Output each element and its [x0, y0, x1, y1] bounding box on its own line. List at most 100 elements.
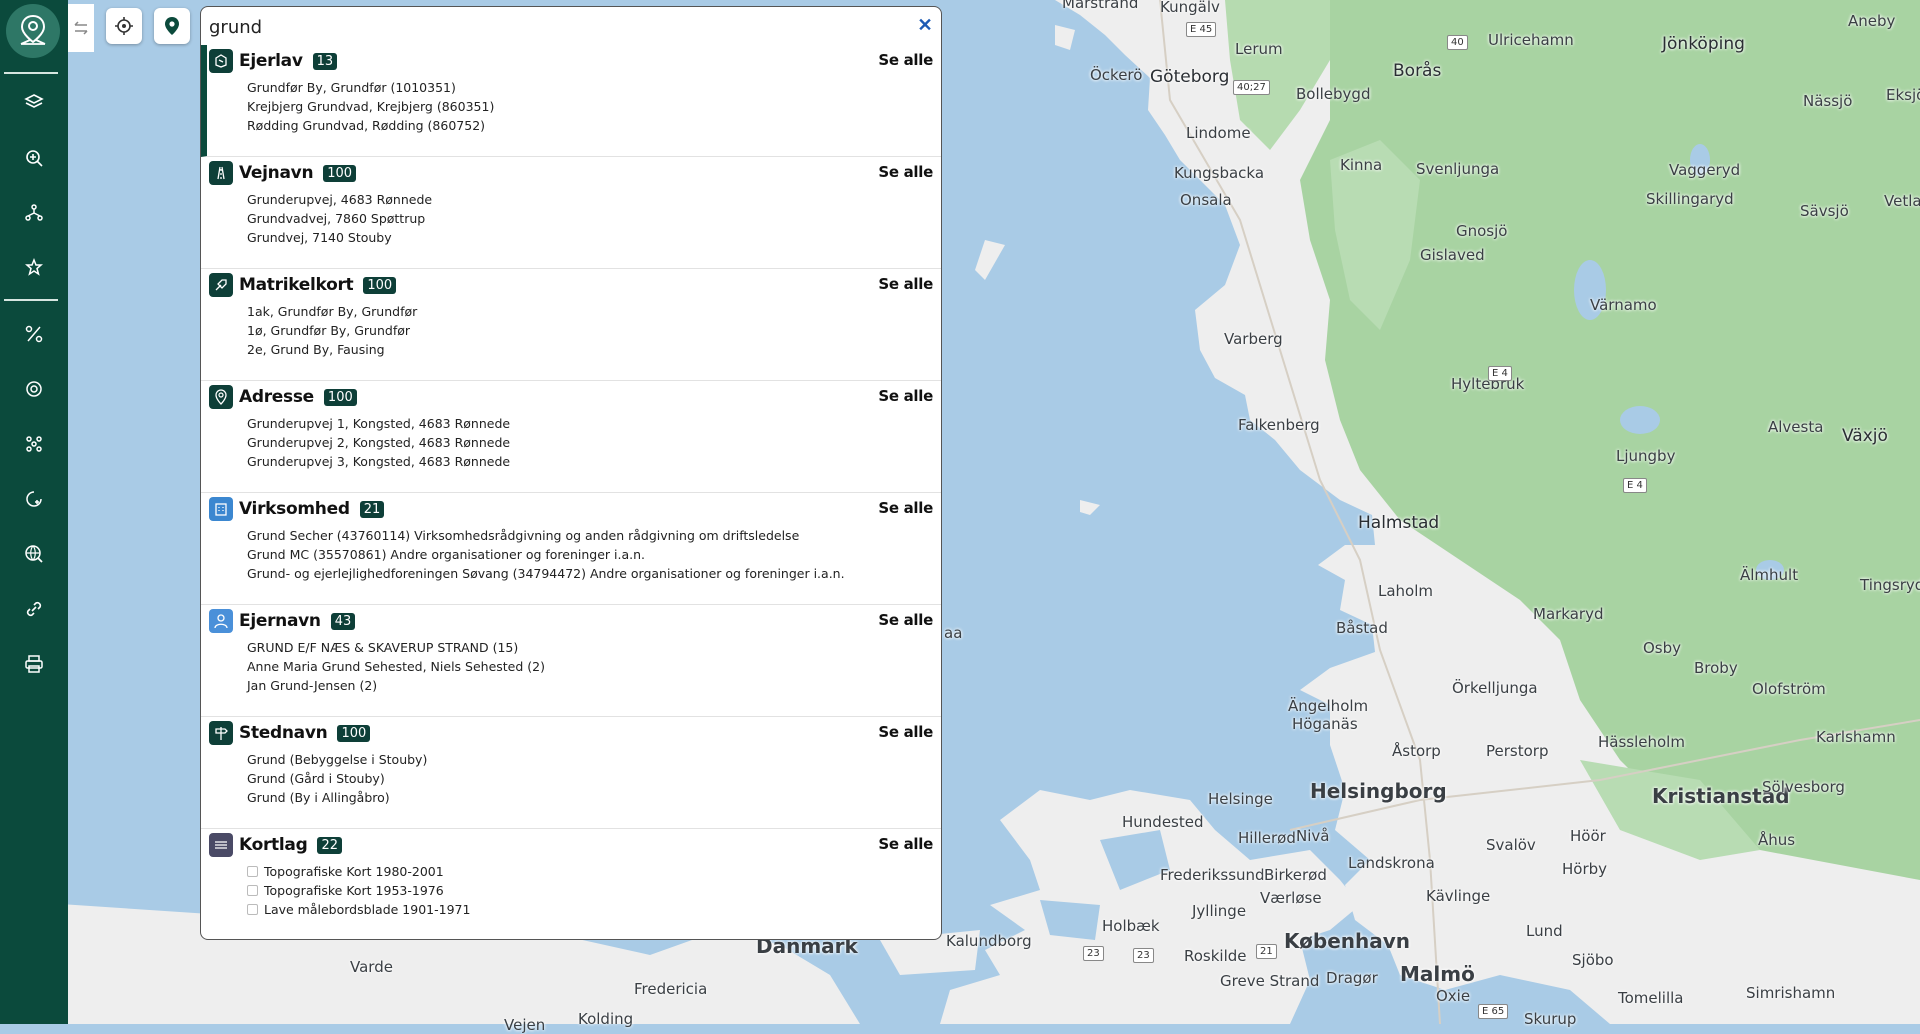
section-title: Vejnavn: [239, 163, 314, 183]
address-pin-icon: [209, 385, 233, 409]
see-all-link[interactable]: Se alle: [878, 723, 933, 741]
see-all-link[interactable]: Se alle: [878, 611, 933, 629]
map-place-label: Dragør: [1326, 969, 1378, 987]
result-item[interactable]: GRUND E/F NÆS & SKAVERUP STRAND (15): [247, 638, 545, 657]
map-place-label: Landskrona: [1348, 854, 1435, 872]
close-icon[interactable]: ✕: [917, 16, 933, 34]
layer-option[interactable]: Topografiske Kort 1953-1976: [247, 881, 470, 900]
map-place-label: Bollebygd: [1296, 85, 1371, 103]
result-item[interactable]: Grund (Gård i Stouby): [247, 769, 427, 788]
see-all-link[interactable]: Se alle: [878, 499, 933, 517]
result-item[interactable]: Grund- og ejerlejlighedforeningen Søvang…: [247, 564, 845, 583]
network-icon[interactable]: [14, 424, 54, 464]
map-place-label: Öckerö: [1090, 66, 1143, 84]
print-icon[interactable]: [14, 644, 54, 684]
map-place-label: Ljungby: [1616, 447, 1676, 465]
map-place-label: Karlshamn: [1816, 728, 1896, 746]
map-place-label: Aneby: [1848, 12, 1896, 30]
result-list: Topografiske Kort 1980-2001 Topografiske…: [247, 862, 470, 919]
map-place-label: Jyllinge: [1192, 902, 1247, 920]
see-all-link[interactable]: Se alle: [878, 51, 933, 69]
result-item[interactable]: Grunderupvej, 4683 Rønnede: [247, 190, 432, 209]
result-item[interactable]: Grund (By i Allingåbro): [247, 788, 427, 807]
layer-option[interactable]: Lave målebordsblade 1901-1971: [247, 900, 470, 919]
map-place-label: Ulricehamn: [1488, 31, 1574, 49]
count-badge: 100: [323, 164, 357, 182]
map-place-label: Åhus: [1758, 831, 1796, 849]
map-layer-icon: [209, 833, 233, 857]
map-place-label: Marstrand: [1062, 0, 1139, 12]
result-list: GRUND E/F NÆS & SKAVERUP STRAND (15) Ann…: [247, 638, 545, 695]
see-all-link[interactable]: Se alle: [878, 387, 933, 405]
map-place-label: Værløse: [1260, 889, 1322, 907]
layer-label: Lave målebordsblade 1901-1971: [264, 902, 471, 917]
result-item[interactable]: Grundfør By, Grundfør (1010351): [247, 78, 494, 97]
see-all-link[interactable]: Se alle: [878, 835, 933, 853]
result-item[interactable]: Grunderupvej 2, Kongsted, 4683 Rønnede: [247, 433, 510, 452]
map-place-label: Åstorp: [1392, 742, 1441, 760]
result-list: Grund Secher (43760114) Virksomhedsrådgi…: [247, 526, 845, 583]
layer-checkbox[interactable]: [247, 904, 258, 915]
result-item[interactable]: Grundvadvej, 7860 Spøttrup: [247, 209, 432, 228]
section-title: Matrikelkort: [239, 275, 354, 295]
star-cursor-icon[interactable]: [14, 248, 54, 288]
map-place-label: Svalöv: [1486, 836, 1536, 854]
layer-checkbox[interactable]: [247, 866, 258, 877]
result-item[interactable]: 1ø, Grundfør By, Grundfør: [247, 321, 417, 340]
cadastral-icon: [209, 273, 233, 297]
count-badge: 100: [337, 724, 371, 742]
history-location-icon[interactable]: [14, 479, 54, 519]
search-results-panel: ✕ Ejerlav 13 Se alle Grundfør By, Grundf…: [200, 6, 942, 940]
result-item[interactable]: Rødding Grundvad, Rødding (860752): [247, 116, 494, 135]
result-list: Grunderupvej, 4683 Rønnede Grundvadvej, …: [247, 190, 432, 247]
company-icon: [209, 497, 233, 521]
section-header: Virksomhed 21: [209, 495, 385, 523]
percent-tools-icon[interactable]: [14, 314, 54, 354]
result-item[interactable]: 2e, Grund By, Fausing: [247, 340, 417, 359]
map-place-label: Sävsjö: [1800, 202, 1849, 220]
zoom-search-icon[interactable]: [14, 138, 54, 178]
map-place-label: Svenljunga: [1416, 160, 1500, 178]
result-item[interactable]: Krejbjerg Grundvad, Krejbjerg (860351): [247, 97, 494, 116]
map-place-label: Hässleholm: [1598, 733, 1685, 751]
result-item[interactable]: Anne Maria Grund Sehested, Niels Seheste…: [247, 657, 545, 676]
swap-arrows-icon[interactable]: [68, 4, 94, 52]
search-bar: ✕: [201, 7, 941, 47]
hierarchy-icon[interactable]: [14, 193, 54, 233]
result-item[interactable]: Grund Secher (43760114) Virksomhedsrådgi…: [247, 526, 845, 545]
map-place-label: Nässjö: [1803, 92, 1853, 110]
see-all-link[interactable]: Se alle: [878, 275, 933, 293]
map-place-label: Kungälv: [1160, 0, 1220, 16]
layer-checkbox[interactable]: [247, 885, 258, 896]
map-place-label: Göteborg: [1150, 67, 1230, 87]
ejerlav-icon: [209, 49, 233, 73]
layer-option[interactable]: Topografiske Kort 1980-2001: [247, 862, 470, 881]
map-place-label: Hillerød: [1238, 829, 1296, 847]
search-input[interactable]: [207, 13, 891, 41]
map-place-label: Roskilde: [1184, 947, 1247, 965]
rotate-target-icon[interactable]: [14, 369, 54, 409]
link-icon[interactable]: [14, 589, 54, 629]
road-shield: 21: [1256, 944, 1277, 959]
result-item[interactable]: Grund MC (35570861) Andre organisationer…: [247, 545, 845, 564]
map-place-label: Frederikssund: [1160, 866, 1265, 884]
section-header: Kortlag 22: [209, 831, 342, 859]
result-item[interactable]: Grunderupvej 3, Kongsted, 4683 Rønnede: [247, 452, 510, 471]
result-item[interactable]: Grunderupvej 1, Kongsted, 4683 Rønnede: [247, 414, 510, 433]
crosshair-icon[interactable]: [106, 8, 142, 44]
map-place-label: Broby: [1694, 659, 1738, 677]
globe-search-icon[interactable]: [14, 534, 54, 574]
result-item[interactable]: Grund (Bebyggelse i Stouby): [247, 750, 427, 769]
result-item[interactable]: 1ak, Grundfør By, Grundfør: [247, 302, 417, 321]
layers-icon[interactable]: [14, 82, 54, 122]
map-place-label: Helsinge: [1208, 790, 1273, 808]
layer-label: Topografiske Kort 1980-2001: [264, 864, 444, 879]
map-pin-logo-icon[interactable]: [6, 4, 60, 58]
map-place-label: Kungsbacka: [1174, 164, 1265, 182]
result-item[interactable]: Grundvej, 7140 Stouby: [247, 228, 432, 247]
location-pin-icon[interactable]: [154, 8, 190, 44]
result-list: Grund (Bebyggelse i Stouby) Grund (Gård …: [247, 750, 427, 807]
result-item[interactable]: Jan Grund-Jensen (2): [247, 676, 545, 695]
result-section-stednavn: Stednavn 100 Se alle Grund (Bebyggelse i…: [201, 717, 941, 829]
see-all-link[interactable]: Se alle: [878, 163, 933, 181]
